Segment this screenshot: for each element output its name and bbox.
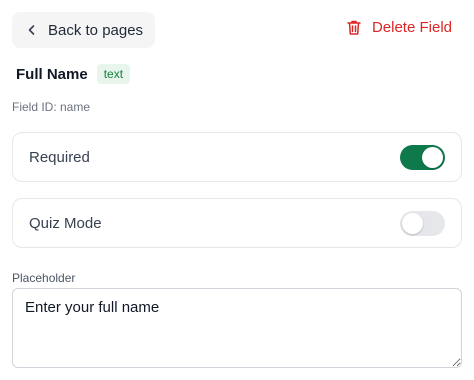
toggle-knob xyxy=(422,146,443,168)
required-label: Required xyxy=(29,148,90,166)
field-title-row: Full Name text xyxy=(16,64,131,84)
placeholder-label: Placeholder xyxy=(12,271,76,285)
back-to-pages-button[interactable]: Back to pages xyxy=(12,12,155,48)
delete-field-button[interactable]: Delete Field xyxy=(346,19,452,36)
back-to-pages-label: Back to pages xyxy=(48,21,144,39)
field-name: Full Name xyxy=(16,65,88,83)
quiz-mode-toggle[interactable] xyxy=(400,210,445,236)
field-type-badge: text xyxy=(96,64,131,84)
required-setting-card: Required xyxy=(12,132,462,182)
required-toggle[interactable] xyxy=(400,144,445,170)
chevron-left-icon xyxy=(26,24,38,36)
field-id: Field ID: name xyxy=(12,100,91,114)
quiz-mode-label: Quiz Mode xyxy=(29,214,102,232)
field-editor-panel: Back to pages Delete Field Full Name tex… xyxy=(0,0,474,380)
toggle-knob xyxy=(402,212,423,234)
delete-field-label: Delete Field xyxy=(371,19,452,36)
trash-icon xyxy=(346,19,362,36)
placeholder-input[interactable]: Enter your full name xyxy=(12,288,462,368)
quiz-mode-setting-card: Quiz Mode xyxy=(12,198,462,248)
